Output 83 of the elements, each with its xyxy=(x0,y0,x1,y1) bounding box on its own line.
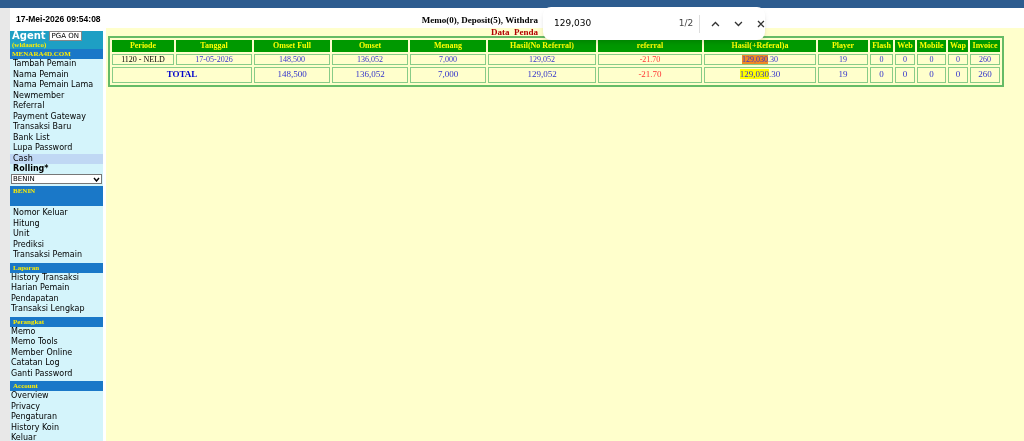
menu-item[interactable]: Overview xyxy=(10,391,103,402)
table-cell: 0 xyxy=(870,54,893,65)
search-highlight: 129,030 xyxy=(739,69,769,79)
column-header: Flash xyxy=(870,40,893,52)
previous-match-icon[interactable] xyxy=(711,20,721,27)
table-cell: 0 xyxy=(948,54,968,65)
menu-item[interactable]: History Transaksi xyxy=(10,272,103,283)
match-count: 1/2 xyxy=(677,16,694,30)
table-cell: 0 xyxy=(948,67,968,83)
column-header: Hasil(No Referral) xyxy=(488,40,596,52)
column-header: Omset Full xyxy=(254,40,330,52)
close-icon[interactable] xyxy=(757,19,765,28)
menu-item[interactable]: Memo xyxy=(10,326,103,337)
table-cell: 129,052 xyxy=(488,67,596,83)
menu-item[interactable]: Referral xyxy=(10,101,103,112)
column-header: Web xyxy=(895,40,915,52)
table-cell: 0 xyxy=(917,67,946,83)
caret-icon xyxy=(93,176,100,182)
menu-item[interactable]: Nama Pemain xyxy=(10,69,103,80)
menu-item[interactable]: Bank List xyxy=(10,132,103,143)
table-cell: 0 xyxy=(870,67,893,83)
next-match-icon[interactable] xyxy=(734,20,744,27)
table-cell: 0 xyxy=(917,54,946,65)
table-cell: 136,052 xyxy=(332,67,408,83)
table-cell: 7,000 xyxy=(410,67,486,83)
menu-item[interactable]: Privacy xyxy=(10,401,103,412)
menu-item[interactable]: Keluar xyxy=(10,433,103,441)
menu-item[interactable]: Hitung xyxy=(10,218,103,229)
menu-item[interactable]: Memo Tools xyxy=(10,337,103,348)
menu-item[interactable]: Payment Gateway xyxy=(10,111,103,122)
table-cell: 19 xyxy=(818,67,868,83)
agent-title: Agent xyxy=(12,31,46,41)
column-header: Periode xyxy=(112,40,174,52)
total-label: TOTAL xyxy=(112,67,252,83)
table-cell: 0 xyxy=(895,54,915,65)
menu-item[interactable]: Transaksi Pemain xyxy=(10,250,103,261)
column-header: Mobile xyxy=(917,40,946,52)
column-header: Menang xyxy=(410,40,486,52)
menu-item[interactable]: Harian Pemain xyxy=(10,283,103,294)
menu-item[interactable]: Ganti Password xyxy=(10,368,103,379)
table-cell: -21.70 xyxy=(598,67,702,83)
table-cell: 148,500 xyxy=(254,67,330,83)
menu-item[interactable]: Unit xyxy=(10,229,103,240)
table-cell: -21.70 xyxy=(598,54,702,65)
menu-item[interactable]: Pengaturan xyxy=(10,412,103,423)
menu-item[interactable]: Tambah Pemain xyxy=(10,59,103,70)
cell-text: .30 xyxy=(769,69,781,79)
column-header: referral xyxy=(598,40,702,52)
table-cell: 148,500 xyxy=(254,54,330,65)
menu-item[interactable]: Transaksi Lengkap xyxy=(10,304,103,315)
table-cell: 260 xyxy=(970,54,1000,65)
menu-item[interactable]: Cash xyxy=(10,153,103,164)
table-cell: 1120 - NELD xyxy=(112,54,174,65)
rolling-label: Rolling* xyxy=(12,164,50,174)
column-header: Omset xyxy=(332,40,408,52)
column-header: Player xyxy=(818,40,868,52)
menu-item[interactable]: Prediksi xyxy=(10,239,103,250)
table-cell: 19 xyxy=(818,54,868,65)
menu-item[interactable]: Lupa Password xyxy=(10,143,103,154)
menu-item[interactable]: Member Online xyxy=(10,347,103,358)
table-cell: 17-05-2026 xyxy=(176,54,252,65)
menu-item[interactable]: Newmember xyxy=(10,90,103,101)
menu-item[interactable]: Nama Pemain Lama xyxy=(10,80,103,91)
table-cell: 7,000 xyxy=(410,54,486,65)
table-cell: 260 xyxy=(970,67,1000,83)
menu-item[interactable]: Catatan Log xyxy=(10,358,103,369)
menu-item[interactable]: Transaksi Baru xyxy=(10,122,103,133)
column-header: Invoice xyxy=(970,40,1000,52)
column-header: Wap xyxy=(948,40,968,52)
column-header: Hasil(+Referal)a xyxy=(704,40,816,52)
menu-item[interactable]: Pendapatan xyxy=(10,293,103,304)
search-highlight: 129,030 xyxy=(742,55,768,64)
table-cell: 129,052 xyxy=(488,54,596,65)
column-header: Tanggal xyxy=(176,40,252,52)
subtitle-text: Data Penda xyxy=(491,28,538,36)
find-query[interactable]: 129,030 xyxy=(554,16,653,31)
table-cell: 136,052 xyxy=(332,54,408,65)
table-cell: 0 xyxy=(895,67,915,83)
menu-item[interactable]: Nomor Keluar xyxy=(10,208,103,219)
date-time: 17-Mei-2026 09:54:08 xyxy=(16,14,101,25)
cell-text: .30 xyxy=(768,55,778,64)
menu-item[interactable]: History Koin xyxy=(10,422,103,433)
notice-text: Memo(0), Deposit(5), Withdra xyxy=(421,14,538,25)
